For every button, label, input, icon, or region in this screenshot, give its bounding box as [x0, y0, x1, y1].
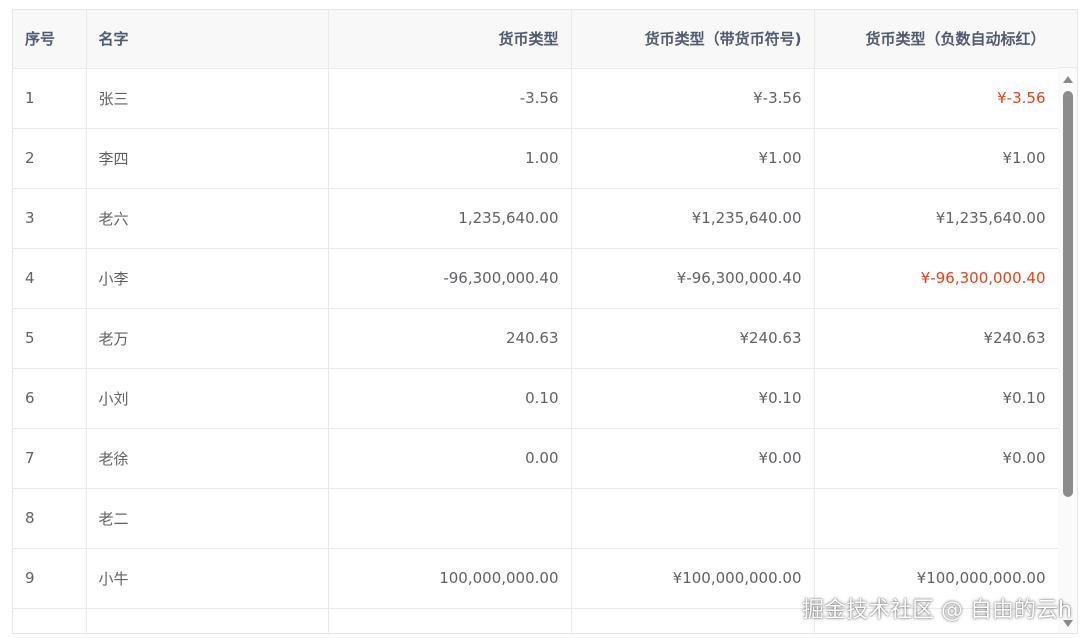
cell-currency	[328, 608, 572, 633]
cell-currency-negative-red: ¥0.00	[814, 428, 1059, 489]
currency-table: 序号 名字 货币类型 货币类型（带货币符号) 货币类型（负数自动标红） 1 张三…	[12, 9, 1078, 634]
cell-index: 2	[13, 128, 87, 189]
column-header-currency-symbol[interactable]: 货币类型（带货币符号)	[571, 10, 815, 69]
table-row[interactable]: 2 李四 1.00 ¥1.00 ¥1.00	[13, 128, 1059, 189]
vertical-scrollbar[interactable]	[1058, 68, 1077, 633]
cell-name: 李四	[86, 128, 329, 189]
table-row[interactable]: 5 老万 240.63 ¥240.63 ¥240.63	[13, 308, 1059, 369]
cell-index: 6	[13, 368, 87, 429]
table-row[interactable]: 4 小李 -96,300,000.40 ¥-96,300,000.40 ¥-96…	[13, 248, 1059, 309]
cell-name	[86, 608, 329, 633]
scroll-up-arrow-icon[interactable]	[1063, 76, 1073, 83]
cell-currency-negative-red: ¥1,235,640.00	[814, 188, 1059, 249]
cell-currency: 1.00	[328, 128, 572, 189]
table-row[interactable]: 3 老六 1,235,640.00 ¥1,235,640.00 ¥1,235,6…	[13, 188, 1059, 249]
cell-currency-negative-red: ¥0.10	[814, 368, 1059, 429]
table-row[interactable]: 8 老二	[13, 488, 1059, 549]
cell-currency-negative-red	[814, 488, 1059, 549]
scrollbar-thumb[interactable]	[1063, 91, 1073, 497]
table-row[interactable]: 7 老徐 0.00 ¥0.00 ¥0.00	[13, 428, 1059, 489]
table-row[interactable]: 6 小刘 0.10 ¥0.10 ¥0.10	[13, 368, 1059, 429]
cell-currency: 100,000,000.00	[328, 548, 572, 609]
cell-currency-negative-red: ¥1.00	[814, 128, 1059, 189]
cell-currency-symbol: ¥100,000,000.00	[571, 548, 815, 609]
column-header-currency-negative-red[interactable]: 货币类型（负数自动标红）	[814, 10, 1059, 69]
cell-currency-symbol	[571, 488, 815, 549]
cell-index: 8	[13, 488, 87, 549]
header-scroll-gutter	[1058, 10, 1077, 68]
cell-currency-symbol: ¥-96,300,000.40	[571, 248, 815, 309]
table-row[interactable]: 1 张三 -3.56 ¥-3.56 ¥-3.56	[13, 68, 1059, 129]
cell-name: 老万	[86, 308, 329, 369]
cell-index: 7	[13, 428, 87, 489]
cell-currency-symbol: ¥1.00	[571, 128, 815, 189]
cell-currency-negative-red: ¥240.63	[814, 308, 1059, 369]
cell-currency-symbol: ¥-3.56	[571, 68, 815, 129]
cell-currency: -96,300,000.40	[328, 248, 572, 309]
cell-index: 5	[13, 308, 87, 369]
column-header-name[interactable]: 名字	[86, 10, 329, 69]
cell-name: 张三	[86, 68, 329, 129]
header-row: 序号 名字 货币类型 货币类型（带货币符号) 货币类型（负数自动标红）	[13, 10, 1059, 69]
table-header: 序号 名字 货币类型 货币类型（带货币符号) 货币类型（负数自动标红）	[13, 10, 1059, 69]
cell-name: 小刘	[86, 368, 329, 429]
cell-currency-symbol: ¥0.00	[571, 428, 815, 489]
cell-name: 小牛	[86, 548, 329, 609]
cell-index	[13, 608, 87, 633]
cell-currency: 0.00	[328, 428, 572, 489]
cell-currency: 240.63	[328, 308, 572, 369]
column-header-currency[interactable]: 货币类型	[328, 10, 572, 69]
cell-name: 老徐	[86, 428, 329, 489]
cell-index: 3	[13, 188, 87, 249]
cell-index: 9	[13, 548, 87, 609]
cell-name: 老六	[86, 188, 329, 249]
cell-currency-symbol: ¥1,235,640.00	[571, 188, 815, 249]
cell-name: 小李	[86, 248, 329, 309]
cell-index: 4	[13, 248, 87, 309]
cell-currency-symbol: ¥240.63	[571, 308, 815, 369]
cell-index: 1	[13, 68, 87, 129]
cell-currency: 1,235,640.00	[328, 188, 572, 249]
table-body: 1 张三 -3.56 ¥-3.56 ¥-3.56 2 李四 1.00 ¥1.00…	[13, 68, 1059, 633]
cell-currency-negative-red: ¥-96,300,000.40	[814, 248, 1059, 309]
cell-currency: 0.10	[328, 368, 572, 429]
cell-currency-symbol: ¥0.10	[571, 368, 815, 429]
cell-currency	[328, 488, 572, 549]
watermark: 掘金技术社区 @ 自由的云h	[802, 598, 1072, 623]
data-table: 序号 名字 货币类型 货币类型（带货币符号) 货币类型（负数自动标红） 1 张三…	[13, 10, 1059, 633]
cell-currency: -3.56	[328, 68, 572, 129]
column-header-index[interactable]: 序号	[13, 10, 87, 69]
cell-currency-negative-red: ¥-3.56	[814, 68, 1059, 129]
cell-name: 老二	[86, 488, 329, 549]
cell-currency-symbol	[571, 608, 815, 633]
